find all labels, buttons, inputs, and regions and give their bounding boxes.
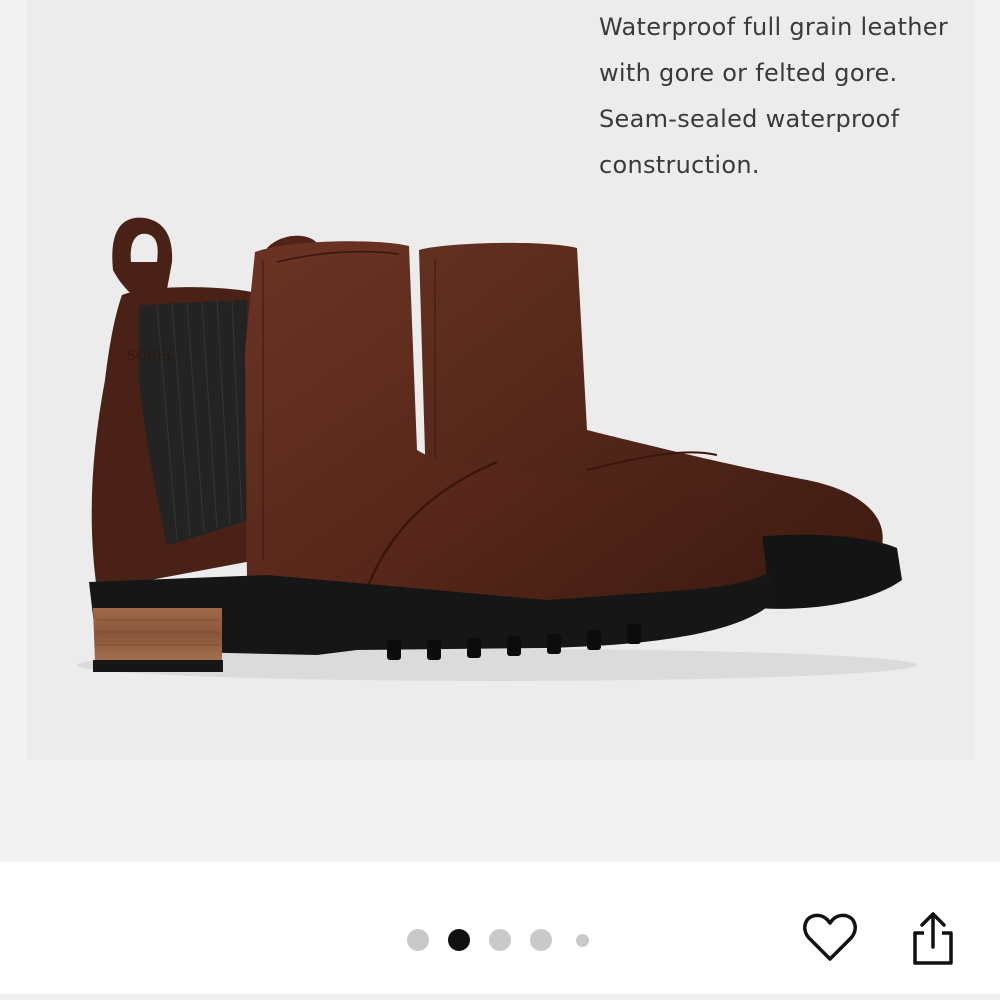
svg-text:SOREL: SOREL xyxy=(127,349,175,364)
product-image-caption: Waterproof full grain leather with gore … xyxy=(599,13,949,179)
heart-outline-icon xyxy=(803,913,857,961)
carousel-dot-3[interactable] xyxy=(489,929,511,951)
carousel-dot-1[interactable] xyxy=(407,929,429,951)
favorite-button[interactable] xyxy=(800,908,860,968)
bottom-divider xyxy=(0,994,1000,1000)
product-image[interactable]: SOREL Waterproof full grain leather with… xyxy=(27,0,974,760)
share-icon xyxy=(913,912,953,965)
carousel-dot-5[interactable] xyxy=(576,934,589,947)
carousel-dot-2[interactable] xyxy=(448,929,470,951)
carousel-dot-4[interactable] xyxy=(530,929,552,951)
product-gallery: SOREL Waterproof full grain leather with… xyxy=(0,0,1000,862)
share-button[interactable] xyxy=(903,908,963,970)
